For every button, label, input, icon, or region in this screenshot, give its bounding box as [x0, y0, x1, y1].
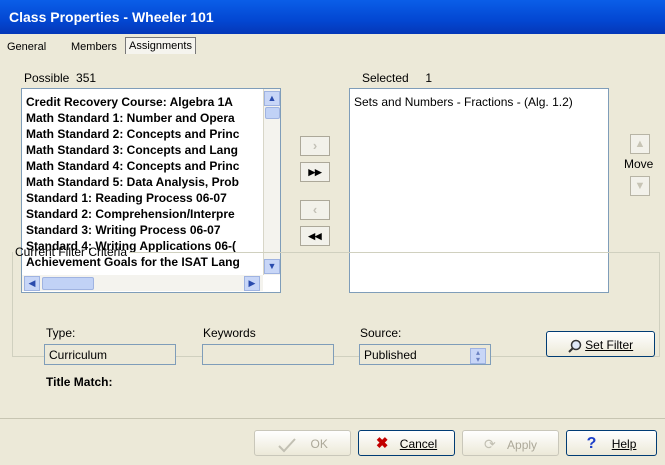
list-item[interactable]: Math Standard 5: Data Analysis, Prob — [26, 175, 239, 189]
keywords-field — [202, 344, 334, 365]
tab-strip: General Members Assignments — [0, 34, 665, 56]
add-one-button[interactable]: › — [300, 136, 330, 156]
apply-button[interactable]: ⟳ Apply — [462, 430, 559, 456]
selected-label: Selected 1 — [362, 71, 433, 85]
tab-assignments[interactable]: Assignments — [125, 37, 196, 54]
scroll-thumb[interactable] — [265, 107, 280, 119]
type-field: Curriculum — [44, 344, 176, 365]
spinner-icon[interactable]: ▴ ▾ — [470, 348, 486, 364]
move-down-button[interactable]: ▼ — [630, 176, 650, 196]
list-item[interactable]: Sets and Numbers - Fractions - (Alg. 1.2… — [354, 95, 573, 109]
list-item[interactable]: Credit Recovery Course: Algebra 1A — [26, 95, 233, 109]
checkmark-icon — [278, 438, 296, 453]
add-all-button[interactable]: ▸▸ — [300, 162, 330, 182]
title-match-label: Title Match: — [46, 375, 113, 389]
list-item[interactable]: Standard 3: Writing Process 06-07 — [26, 223, 221, 237]
remove-all-button[interactable]: ◂◂ — [300, 226, 330, 246]
remove-one-button[interactable]: ‹ — [300, 200, 330, 220]
tab-general[interactable]: General — [4, 39, 49, 55]
keywords-label: Keywords — [203, 326, 256, 340]
cancel-button[interactable]: ✖ Cancel — [358, 430, 455, 456]
list-item[interactable]: Math Standard 1: Number and Opera — [26, 111, 235, 125]
refresh-icon: ⟳ — [483, 436, 496, 452]
title-bar: Class Properties - Wheeler 101 — [0, 0, 665, 34]
list-item[interactable]: Math Standard 2: Concepts and Princ — [26, 127, 239, 141]
move-up-button[interactable]: ▲ — [630, 134, 650, 154]
question-mark-icon: ? — [586, 435, 597, 452]
ok-button[interactable]: OK — [254, 430, 351, 456]
window-title: Class Properties - Wheeler 101 — [9, 9, 214, 25]
selected-count: 1 — [425, 71, 433, 85]
list-item[interactable]: Standard 1: Reading Process 06-07 — [26, 191, 227, 205]
list-item[interactable]: Math Standard 3: Concepts and Lang — [26, 143, 238, 157]
set-filter-button[interactable]: Set Filter — [546, 331, 655, 357]
possible-count: 351 — [76, 71, 97, 85]
list-item[interactable]: Standard 2: Comprehension/Interpre — [26, 207, 235, 221]
list-item[interactable]: Math Standard 4: Concepts and Princ — [26, 159, 239, 173]
magnifier-icon — [568, 339, 582, 353]
scroll-up-icon[interactable]: ▲ — [264, 91, 280, 106]
tab-members[interactable]: Members — [68, 39, 120, 55]
type-label: Type: — [46, 326, 76, 340]
possible-label: Possible 351 — [24, 71, 97, 85]
red-x-icon: ✖ — [375, 435, 389, 452]
source-select[interactable]: Published ▴ ▾ — [359, 344, 491, 365]
source-label: Source: — [360, 326, 402, 340]
help-button[interactable]: ? Help — [566, 430, 657, 456]
move-label: Move — [624, 157, 654, 171]
filter-legend: Current Filter Criteria — [15, 245, 128, 259]
